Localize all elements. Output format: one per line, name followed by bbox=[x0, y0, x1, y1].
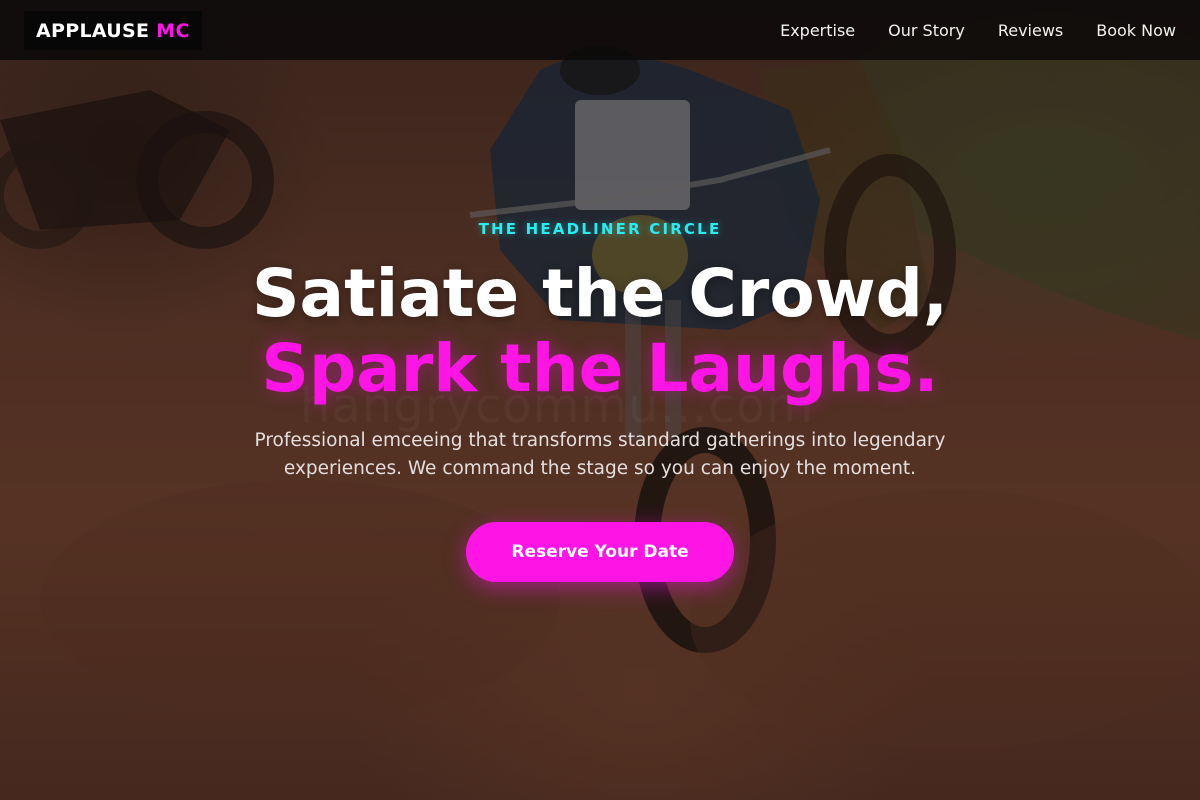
brand-name-primary: APPLAUSE bbox=[36, 19, 150, 42]
top-navbar: APPLAUSE MC Expertise Our Story Reviews … bbox=[0, 0, 1200, 60]
nav-link-reviews[interactable]: Reviews bbox=[998, 21, 1063, 40]
hero-headline-line2: Spark the Laughs. bbox=[261, 330, 939, 407]
nav-link-book-now[interactable]: Book Now bbox=[1096, 21, 1176, 40]
nav-links: Expertise Our Story Reviews Book Now bbox=[780, 21, 1176, 40]
brand-logo[interactable]: APPLAUSE MC bbox=[24, 10, 202, 50]
brand-name-accent: MC bbox=[156, 19, 190, 42]
hero-section: THE HEADLINER CIRCLE Satiate the Crowd, … bbox=[0, 0, 1200, 800]
hero-eyebrow: THE HEADLINER CIRCLE bbox=[478, 220, 722, 238]
nav-link-expertise[interactable]: Expertise bbox=[780, 21, 855, 40]
hero-headline-line1: Satiate the Crowd, bbox=[252, 255, 948, 332]
hero-subtitle: Professional emceeing that transforms st… bbox=[254, 430, 946, 479]
nav-link-our-story[interactable]: Our Story bbox=[888, 21, 965, 40]
reserve-date-button[interactable]: Reserve Your Date bbox=[466, 522, 734, 582]
